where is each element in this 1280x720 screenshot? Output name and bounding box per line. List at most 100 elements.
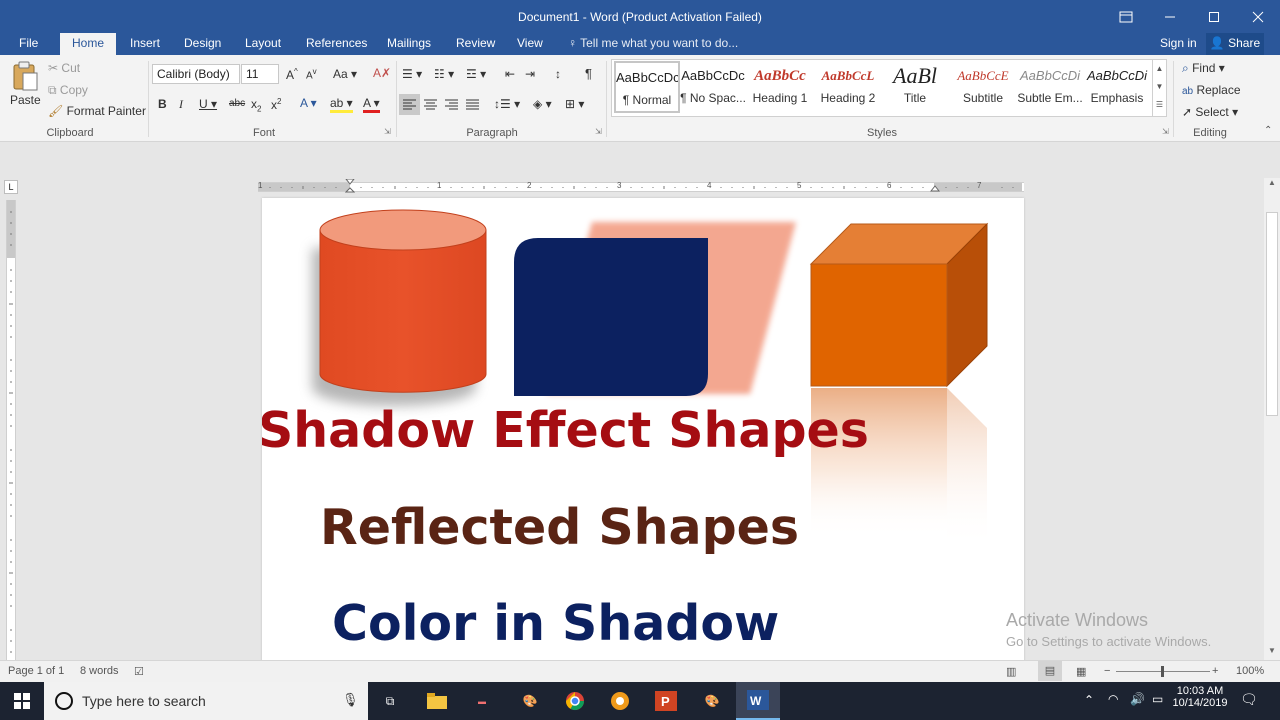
paint-button[interactable]: 🎨 — [508, 682, 552, 720]
zoom-slider-thumb[interactable] — [1161, 666, 1164, 677]
tab-selector-icon[interactable]: L — [4, 180, 18, 194]
tab-insert[interactable]: Insert — [120, 33, 170, 55]
style-subtitle[interactable]: AaBbCcE Subtitle — [950, 61, 1016, 113]
subscript-icon[interactable]: x2 — [251, 97, 261, 113]
tab-design[interactable]: Design — [174, 33, 231, 55]
zoom-in-icon[interactable]: + — [1212, 665, 1218, 677]
style-no-spacing[interactable]: AaBbCcDc ¶ No Spac... — [680, 61, 746, 113]
paragraph-dialog-launcher-icon[interactable]: ⇲ — [595, 127, 602, 136]
multilevel-list-icon[interactable]: ☲ ▾ — [466, 67, 486, 81]
maximize-button[interactable] — [1192, 0, 1236, 33]
task-view-button[interactable]: ⧉ — [368, 682, 412, 720]
browser-button[interactable] — [598, 682, 642, 720]
taskbar-app-button[interactable]: ▬ — [460, 682, 504, 720]
center-button[interactable] — [420, 94, 441, 118]
numbering-icon[interactable]: ☷ ▾ — [434, 67, 454, 81]
file-explorer-button[interactable] — [415, 682, 459, 720]
style-subtle-emphasis[interactable]: AaBbCcDi Subtle Em... — [1017, 61, 1083, 113]
tab-home[interactable]: Home — [60, 33, 116, 55]
grow-font-icon[interactable]: A^ — [286, 67, 298, 82]
replace-button[interactable]: ab Replace — [1182, 83, 1241, 97]
font-name-combobox[interactable]: Calibri (Body) — [152, 64, 240, 84]
chrome-button[interactable] — [553, 682, 597, 720]
clock[interactable]: 10:03 AM 10/14/2019 — [1170, 685, 1230, 709]
shading-icon[interactable]: ◈ ▾ — [533, 97, 552, 111]
paint-3d-button[interactable]: 🎨 — [690, 682, 734, 720]
proofing-icon[interactable]: ☑ — [134, 665, 144, 678]
ribbon-display-options-icon[interactable] — [1104, 0, 1148, 33]
text-effects-icon[interactable]: A ▾ — [300, 96, 317, 110]
tab-view[interactable]: View — [507, 33, 553, 55]
taskbar-search-box[interactable]: Type here to search 🎙 — [44, 682, 368, 720]
increase-indent-icon[interactable]: ⇥ — [525, 67, 535, 81]
align-right-button[interactable] — [441, 94, 462, 118]
decrease-indent-icon[interactable]: ⇤ — [505, 67, 515, 81]
tab-references[interactable]: References — [296, 33, 377, 55]
start-button[interactable] — [0, 682, 44, 720]
zoom-out-icon[interactable]: − — [1104, 665, 1110, 677]
select-button[interactable]: ➚ Select ▾ — [1182, 105, 1238, 119]
heading-shadow-effect-shapes[interactable]: Shadow Effect Shapes — [262, 402, 869, 459]
style-heading-2[interactable]: AaBbCcL Heading 2 — [815, 61, 881, 113]
italic-icon[interactable]: I — [179, 97, 183, 112]
find-button[interactable]: ⌕ Find ▾ — [1182, 61, 1225, 76]
styles-scroll[interactable]: ▲ ▼ ☰ — [1152, 60, 1166, 116]
powerpoint-button[interactable]: P — [644, 682, 688, 720]
document-page[interactable]: Shadow Effect Shapes Reflected Shapes Co… — [262, 198, 1024, 660]
show-formatting-marks-icon[interactable]: ¶ — [585, 66, 592, 81]
font-dialog-launcher-icon[interactable]: ⇲ — [384, 127, 391, 136]
font-color-icon[interactable]: A ▾ — [363, 96, 380, 113]
clear-formatting-icon[interactable]: A✗ — [373, 66, 391, 80]
share-button[interactable]: 👤 Share — [1206, 33, 1264, 55]
cylinder-shape[interactable] — [312, 209, 487, 406]
print-layout-icon[interactable]: ▤ — [1038, 661, 1062, 681]
underline-icon[interactable]: U ▾ — [199, 97, 217, 111]
page-count[interactable]: Page 1 of 1 — [8, 665, 64, 677]
line-spacing-icon[interactable]: ↕☰ ▾ — [494, 97, 520, 111]
read-mode-icon[interactable]: ▥ — [1006, 665, 1016, 678]
format-painter-button[interactable]: 🖌 Format Painter — [48, 104, 146, 118]
scroll-down-arrow-icon[interactable]: ▼ — [1264, 646, 1280, 660]
word-count[interactable]: 8 words — [80, 665, 119, 677]
style-emphasis[interactable]: AaBbCcDi Emphasis — [1084, 61, 1150, 113]
more-styles-icon[interactable]: ☰ — [1153, 96, 1166, 114]
heading-color-in-shadow[interactable]: Color in Shadow — [332, 595, 779, 652]
scroll-up-arrow-icon[interactable]: ▲ — [1264, 178, 1280, 192]
bullets-icon[interactable]: ☰ ▾ — [402, 67, 422, 81]
action-center-icon[interactable]: 🗨 — [1240, 691, 1258, 708]
volume-icon[interactable]: 🔊 — [1130, 692, 1145, 706]
copy-button[interactable]: ⧉ Copy — [48, 83, 88, 98]
align-left-button[interactable] — [399, 94, 420, 115]
paste-button[interactable]: Paste — [10, 61, 41, 117]
rounded-rectangle-shape[interactable] — [514, 222, 796, 396]
sort-icon[interactable]: ↕ — [555, 67, 561, 81]
strikethrough-icon[interactable]: abc — [229, 98, 245, 109]
scrollbar-thumb[interactable] — [1266, 212, 1278, 416]
tab-layout[interactable]: Layout — [235, 33, 291, 55]
style-heading-1[interactable]: AaBbCc Heading 1 — [747, 61, 813, 113]
battery-icon[interactable]: ▭ — [1152, 692, 1163, 706]
styles-dialog-launcher-icon[interactable]: ⇲ — [1162, 127, 1169, 136]
style-title[interactable]: AaBl Title — [882, 61, 948, 113]
scroll-up-icon[interactable]: ▲ — [1153, 60, 1166, 78]
highlight-icon[interactable]: ab ▾ — [330, 96, 353, 113]
close-button[interactable] — [1236, 0, 1280, 33]
vertical-scrollbar[interactable]: ▲ ▼ — [1264, 178, 1280, 660]
cube-shape[interactable] — [809, 222, 989, 388]
indent-marker-icon[interactable] — [345, 179, 355, 197]
scroll-down-icon[interactable]: ▼ — [1153, 78, 1166, 96]
bold-icon[interactable]: B — [158, 97, 167, 111]
style-normal[interactable]: AaBbCcDc ¶ Normal — [614, 61, 680, 113]
wifi-icon[interactable]: ◠ — [1108, 692, 1118, 706]
horizontal-ruler[interactable]: 1 1 2 3 4 5 6 7 — [258, 179, 1024, 193]
tab-review[interactable]: Review — [446, 33, 505, 55]
justify-button[interactable] — [462, 94, 483, 118]
change-case-icon[interactable]: Aa ▾ — [333, 67, 357, 81]
show-hidden-icons-icon[interactable]: ⌃ — [1084, 693, 1094, 707]
microphone-icon[interactable]: 🎙 — [342, 692, 359, 708]
superscript-icon[interactable]: x2 — [271, 97, 281, 112]
tab-file[interactable]: File — [9, 33, 48, 55]
tell-me-box[interactable]: ♀ Tell me what you want to do... — [568, 33, 738, 55]
vertical-ruler[interactable] — [6, 200, 16, 660]
word-button[interactable]: W — [736, 682, 780, 720]
